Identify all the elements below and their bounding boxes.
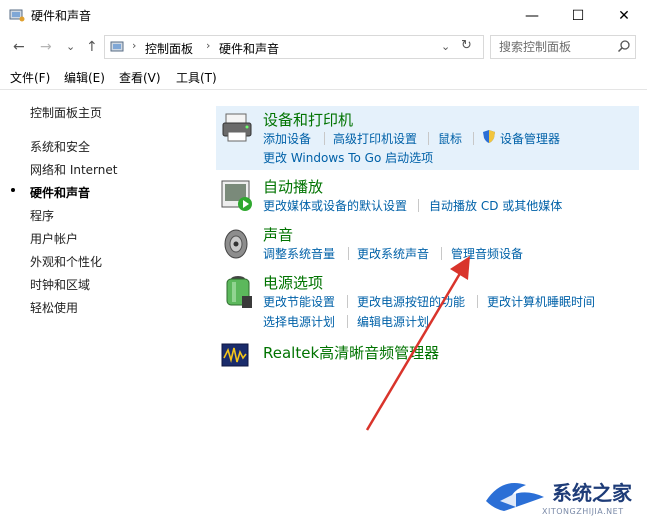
watermark-text: 系统之家 bbox=[552, 481, 632, 505]
watermark-subtext: XITONGZHIJIA.NET bbox=[542, 507, 624, 516]
watermark-logo-icon bbox=[486, 483, 544, 511]
annotation-arrow bbox=[365, 256, 470, 431]
watermark: 系统之家 XITONGZHIJIA.NET bbox=[480, 465, 640, 520]
